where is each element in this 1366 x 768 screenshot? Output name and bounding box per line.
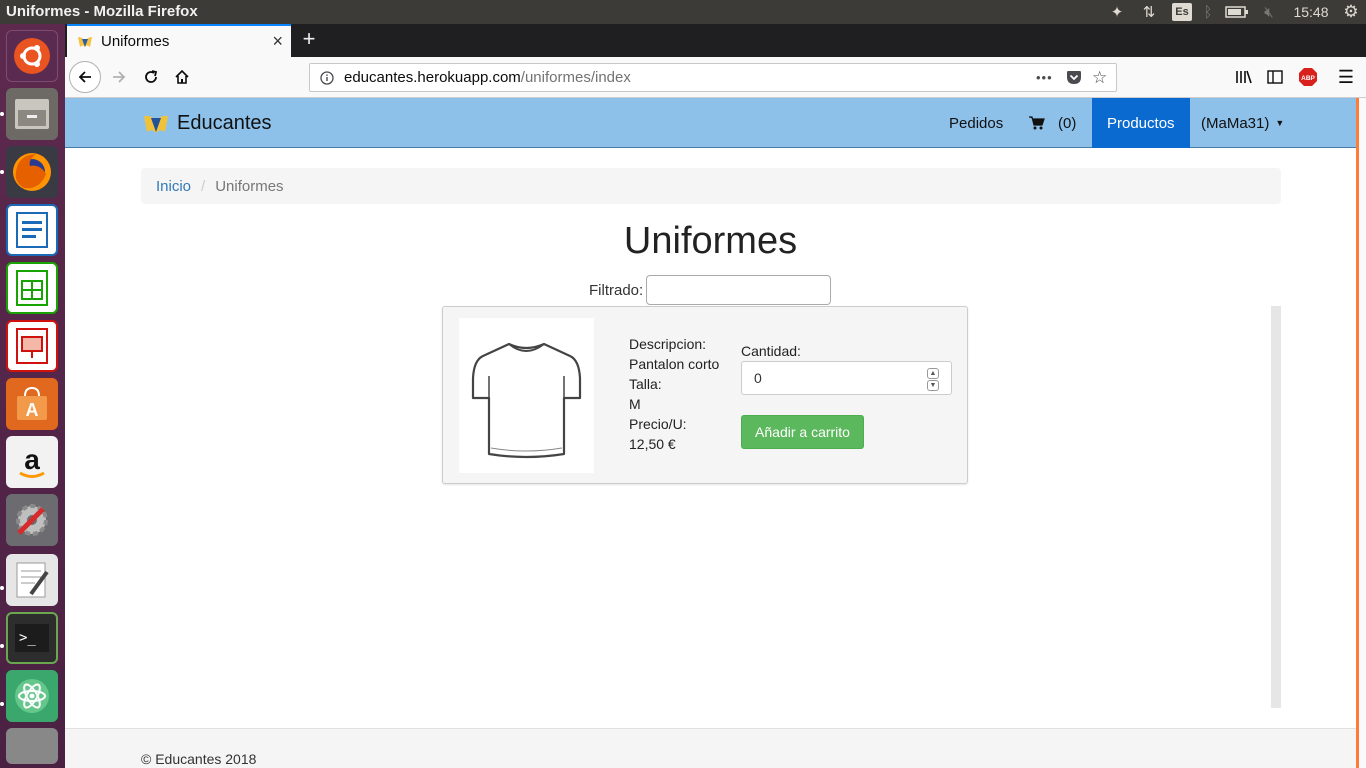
page-title: Uniformes — [623, 220, 798, 262]
product-image — [459, 318, 594, 473]
files-icon[interactable] — [6, 88, 58, 140]
browser-tab-bar: Uniformes × + — [65, 24, 1366, 57]
caret-down-icon: ▼ — [1275, 118, 1285, 128]
amazon-icon[interactable]: a — [6, 436, 58, 488]
ubuntu-dash-icon[interactable] — [6, 30, 58, 82]
launcher: A a >_ — [0, 24, 65, 768]
tab-title: Uniformes — [101, 33, 170, 50]
price-label: Precio/U: — [629, 416, 687, 432]
window-title: Uniformes - Mozilla Firefox — [6, 3, 198, 20]
ubuntu-software-icon[interactable]: A — [6, 378, 58, 430]
libreoffice-calc-icon[interactable] — [6, 262, 58, 314]
atom-icon[interactable] — [6, 670, 58, 722]
description-value: Pantalon corto — [629, 356, 720, 372]
nav-productos[interactable]: Productos — [1092, 98, 1190, 148]
user-name: (MaMa31) — [1201, 114, 1270, 132]
keyboard-layout-indicator[interactable]: Es — [1171, 2, 1193, 22]
description-label: Descripcion: — [629, 336, 707, 352]
system-settings-icon[interactable] — [6, 494, 58, 546]
app-navbar: Educantes Pedidos (0) Productos (MaMa31)… — [65, 98, 1356, 148]
site-info-icon[interactable] — [320, 70, 334, 85]
product-list-scrollbar[interactable] — [1271, 306, 1281, 708]
home-button[interactable] — [166, 61, 198, 93]
quantity-stepper[interactable]: ▲ ▼ — [927, 367, 939, 391]
book-logo-icon — [144, 115, 168, 133]
system-gear-icon[interactable]: ⚙ — [1340, 2, 1362, 22]
nav-cart[interactable]: (0) — [1029, 98, 1076, 148]
breadcrumb-separator: / — [201, 177, 206, 195]
filter-input[interactable] — [646, 275, 831, 305]
quantity-label: Cantidad: — [741, 343, 801, 359]
page-edge-accent — [1356, 98, 1359, 768]
battery-icon[interactable] — [1224, 2, 1250, 22]
svg-text:a: a — [24, 444, 40, 475]
footer-copyright: © Educantes 2018 — [141, 751, 257, 767]
sidebar-icon[interactable] — [1259, 61, 1291, 93]
libreoffice-impress-icon[interactable] — [6, 320, 58, 372]
add-to-cart-button[interactable]: Añadir a carrito — [741, 415, 864, 449]
network-icon[interactable]: ⇅ — [1138, 2, 1160, 22]
product-card: Descripcion: Pantalon corto Talla: M Pre… — [442, 306, 968, 484]
page-actions-icon[interactable]: ••• — [1036, 64, 1053, 91]
stepper-down-icon[interactable]: ▼ — [927, 379, 939, 391]
trash-icon[interactable] — [6, 728, 58, 764]
size-label: Talla: — [629, 376, 662, 392]
url-path: /uniformes/index — [520, 69, 631, 86]
browser-tab[interactable]: Uniformes × — [67, 24, 291, 57]
breadcrumb: Inicio / Uniformes — [141, 168, 1281, 204]
cart-icon — [1029, 116, 1045, 130]
page-footer: © Educantes 2018 — [65, 728, 1356, 768]
text-editor-icon[interactable] — [6, 554, 58, 606]
tab-close-icon[interactable]: × — [272, 31, 283, 52]
library-icon[interactable] — [1228, 61, 1260, 93]
breadcrumb-inicio[interactable]: Inicio — [156, 178, 191, 195]
clock[interactable]: 15:48 — [1290, 2, 1332, 22]
url-host: educantes.herokuapp.com — [344, 69, 521, 86]
svg-text:ABP: ABP — [1301, 75, 1315, 82]
brand-link[interactable]: Educantes — [143, 112, 272, 135]
svg-text:A: A — [26, 400, 39, 420]
user-dropdown[interactable]: (MaMa31) ▼ — [1201, 98, 1284, 148]
size-value: M — [629, 396, 641, 412]
brand-name: Educantes — [177, 112, 272, 134]
system-top-panel: Uniformes - Mozilla Firefox ✦ ⇅ Es ᛒ 🔇︎ … — [0, 0, 1366, 24]
nav-pedidos[interactable]: Pedidos — [949, 98, 1003, 148]
libreoffice-writer-icon[interactable] — [6, 204, 58, 256]
forward-button[interactable] — [103, 61, 135, 93]
url-bar[interactable]: educantes.herokuapp.com/uniformes/index … — [309, 63, 1117, 92]
quantity-input[interactable]: 0 ▲ ▼ — [741, 361, 952, 395]
hamburger-menu-icon[interactable]: ☰ — [1330, 61, 1362, 93]
firefox-icon[interactable] — [6, 146, 58, 198]
back-button[interactable] — [69, 61, 101, 93]
cart-count: (0) — [1058, 114, 1077, 132]
bluetooth-icon[interactable]: ᛒ — [1200, 2, 1216, 22]
site-favicon-icon — [78, 36, 92, 47]
web-page: Educantes Pedidos (0) Productos (MaMa31)… — [65, 98, 1356, 768]
price-value: 12,50 € — [629, 436, 676, 452]
reload-button[interactable] — [135, 61, 167, 93]
svg-text:>_: >_ — [19, 630, 36, 646]
new-tab-button[interactable]: + — [297, 26, 321, 51]
dropbox-icon[interactable]: ✦ — [1106, 2, 1128, 22]
adblock-plus-icon[interactable]: ABP — [1292, 61, 1324, 93]
quantity-value: 0 — [754, 370, 762, 386]
filter-label: Filtrado: — [589, 282, 644, 299]
volume-muted-icon[interactable]: 🔇︎ — [1258, 2, 1280, 22]
terminal-icon[interactable]: >_ — [6, 612, 58, 664]
breadcrumb-current: Uniformes — [215, 177, 284, 195]
browser-toolbar: educantes.herokuapp.com/uniformes/index … — [65, 57, 1366, 98]
stepper-up-icon[interactable]: ▲ — [927, 367, 939, 379]
pocket-icon[interactable] — [1066, 64, 1082, 91]
bookmark-star-icon[interactable]: ☆ — [1092, 64, 1107, 91]
